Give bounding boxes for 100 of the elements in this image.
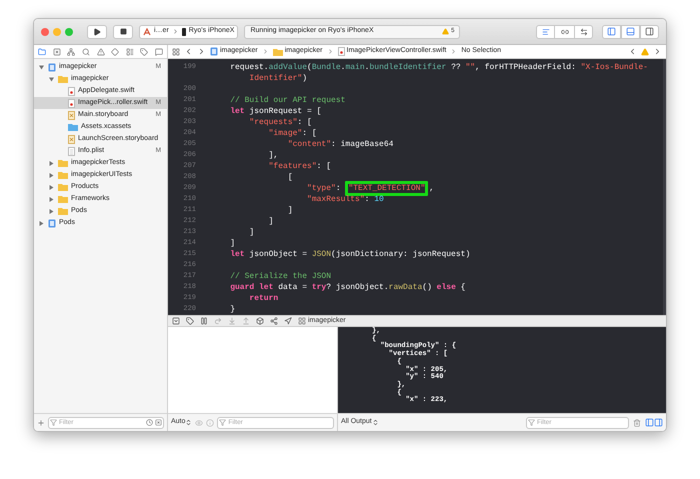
navigator-tab[interactable] xyxy=(96,48,104,56)
panel-toggle-button[interactable] xyxy=(621,24,640,38)
clock-icon[interactable] xyxy=(146,419,153,426)
code-line: let jsonRequest = [ xyxy=(229,106,322,117)
code-line: ] xyxy=(286,205,293,216)
folder-icon xyxy=(58,75,68,83)
panel-toggle-button[interactable] xyxy=(602,24,621,38)
panel-icon xyxy=(645,27,654,36)
trash-icon[interactable] xyxy=(633,418,641,426)
forward-icon[interactable] xyxy=(197,47,206,56)
code-line: [ xyxy=(286,172,293,183)
navigator-icon xyxy=(155,48,163,56)
hide-debug-icon[interactable] xyxy=(172,317,180,325)
panel-icon xyxy=(607,27,616,36)
code-line: ] xyxy=(229,238,236,249)
rings-icon xyxy=(560,28,568,36)
navigator-icon xyxy=(67,48,76,56)
related-items-icon[interactable] xyxy=(172,48,180,56)
code-line: guard let data = try? jsonObject.rawData() else { xyxy=(229,282,466,293)
arrows-icon xyxy=(580,28,588,36)
code-line: "features": [ xyxy=(268,161,332,172)
disclosure-triangle-icon[interactable] xyxy=(49,208,54,214)
disclosure-triangle-icon[interactable] xyxy=(49,196,54,202)
lines-icon xyxy=(542,28,550,36)
navigator-tab[interactable] xyxy=(52,48,61,56)
navigator-tab[interactable] xyxy=(111,48,120,56)
filter-icon xyxy=(50,419,57,426)
asset-folder-icon xyxy=(68,123,78,131)
navigator-icon xyxy=(38,48,46,56)
pane-toggle-button[interactable] xyxy=(645,418,654,427)
disclosure-triangle-icon[interactable] xyxy=(39,220,44,226)
navigator-tab[interactable] xyxy=(155,48,163,56)
code-line: return xyxy=(248,293,278,304)
code-line: Identifier") xyxy=(248,73,308,84)
disclosure-triangle-icon[interactable] xyxy=(39,64,44,70)
view-debugger-icon[interactable] xyxy=(256,317,264,325)
disclosure-triangle-icon[interactable] xyxy=(49,160,54,166)
assistant-editor-button[interactable] xyxy=(555,24,574,38)
code-line: request.addValue(Bundle.main.bundleIdentifier ?? "", forHTTPHeaderField: "X-Ios-Bundle- xyxy=(229,62,648,73)
filter-icon xyxy=(219,419,226,426)
panel-icon xyxy=(626,27,635,36)
project-file-icon xyxy=(210,47,218,56)
disclosure-triangle-icon[interactable] xyxy=(49,172,54,178)
code-line: "requests": [ xyxy=(248,117,312,128)
version-editor-button[interactable] xyxy=(574,24,593,38)
swift-file-icon xyxy=(68,86,75,96)
memory-graph-icon[interactable] xyxy=(270,317,278,325)
code-line: // Serialize the JSON xyxy=(229,271,332,282)
pane-toggle-button[interactable] xyxy=(654,418,663,427)
app-icon xyxy=(143,28,151,36)
stop-button[interactable] xyxy=(113,24,133,38)
navigator-tab[interactable] xyxy=(82,48,90,56)
panel-toggle-button[interactable] xyxy=(640,24,659,38)
navigator-tab[interactable] xyxy=(126,48,134,56)
next-issue-icon[interactable] xyxy=(653,47,662,56)
play-icon xyxy=(93,28,101,36)
breakpoint-icon[interactable] xyxy=(186,317,194,325)
disclosure-triangle-icon[interactable] xyxy=(49,76,54,82)
navigator-tab[interactable] xyxy=(67,48,76,56)
disclosure-triangle-icon[interactable] xyxy=(49,184,54,190)
pane-icon xyxy=(645,418,654,427)
chevron-icon xyxy=(172,28,179,35)
up-down-chevron-icon xyxy=(372,419,379,426)
close-square-icon[interactable] xyxy=(155,419,162,426)
previous-issue-icon[interactable] xyxy=(628,47,637,56)
standard-editor-button[interactable] xyxy=(536,24,555,38)
code-line: "content": imageBase64 xyxy=(286,139,394,150)
up-down-chevron-icon xyxy=(185,419,192,426)
navigator-icon xyxy=(96,48,104,56)
close-button[interactable] xyxy=(41,28,49,36)
pause-icon[interactable] xyxy=(200,317,208,325)
file-icon xyxy=(68,146,75,156)
folder-icon xyxy=(272,48,283,56)
pane-icon xyxy=(654,418,663,427)
code-line: "maxResults": 10 xyxy=(306,194,384,205)
navigator-tab[interactable] xyxy=(140,48,148,56)
run-button[interactable] xyxy=(87,24,107,38)
project-file-icon xyxy=(48,218,56,228)
separator-icon xyxy=(450,48,458,55)
location-icon[interactable] xyxy=(284,317,292,325)
add-icon[interactable] xyxy=(37,418,45,426)
grid-icon xyxy=(298,317,306,325)
code-line: ] xyxy=(268,216,274,227)
storyboard-file-icon xyxy=(68,110,75,120)
code-line: ], xyxy=(268,150,278,161)
code-line: let jsonObject = JSON(jsonDictionary: jsonRequest) xyxy=(229,249,470,260)
navigator-icon xyxy=(126,48,134,56)
separator-icon xyxy=(262,48,269,55)
project-file-icon xyxy=(48,62,56,72)
storyboard-file-icon xyxy=(68,134,75,144)
phone-icon xyxy=(182,28,186,36)
stop-icon xyxy=(120,28,126,35)
code-line: ] xyxy=(248,227,254,238)
separator-icon xyxy=(326,48,334,55)
navigator-icon xyxy=(82,48,90,56)
swift-file-icon xyxy=(68,98,75,108)
navigator-tab[interactable] xyxy=(38,48,46,56)
code-line: } xyxy=(229,304,236,315)
back-icon[interactable] xyxy=(184,47,193,56)
navigator-icon xyxy=(111,48,120,56)
